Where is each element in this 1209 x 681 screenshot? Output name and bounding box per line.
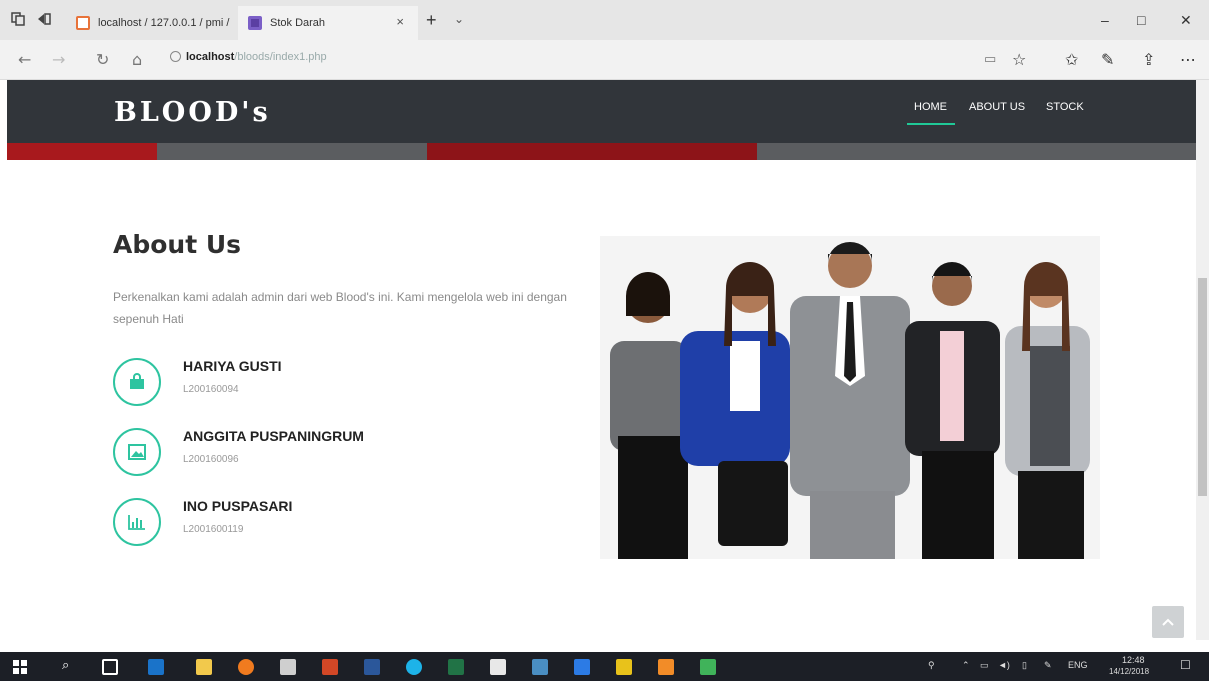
site-logo[interactable]: BLOOD's [114,97,271,128]
member-item: INO PUSPASARI L2001600119 [113,498,563,558]
powerpoint-icon[interactable] [322,659,338,675]
nav-home[interactable]: HOME [914,101,947,113]
tab-preview-chevron-icon[interactable]: ⌄ [454,12,464,26]
forward-arrow-icon[interactable]: → [52,50,65,69]
member-name: ANGGITA PUSPANINGRUM [183,428,364,444]
share-icon[interactable]: ⇪ [1142,50,1155,69]
notepad-plus-icon[interactable] [700,659,716,675]
member-name: HARIYA GUSTI [183,358,282,374]
scrollbar-thumb[interactable] [1198,278,1207,496]
firefox-icon[interactable] [238,659,254,675]
file-explorer-icon[interactable] [196,659,212,675]
browser-tab-bar: localhost / 127.0.0.1 / pmi / Stok Darah… [0,0,1209,40]
url-field[interactable]: localhost/bloods/index1.php [186,51,327,63]
excel-icon[interactable] [448,659,464,675]
member-name: INO PUSPASARI [183,498,293,514]
nav-stock[interactable]: STOCK [1046,101,1084,113]
language-indicator[interactable]: ENG [1068,660,1088,670]
close-window-button[interactable]: ✕ [1180,12,1192,29]
more-menu-icon[interactable]: ⋯ [1180,50,1196,69]
app-icon[interactable] [574,659,590,675]
volume-icon[interactable]: ◄) [998,660,1010,670]
hero-red-shape [427,143,757,160]
nav-about-us[interactable]: ABOUT US [969,101,1025,113]
url-path: /bloods/index1.php [234,51,327,63]
people-icon[interactable]: ⚲ [928,660,935,671]
network-icon[interactable]: ▭ [980,660,989,671]
site-info-icon[interactable] [170,51,181,62]
member-item: ANGGITA PUSPANINGRUM L200160096 [113,428,563,488]
browser-address-bar: ← → ↻ ⌂ localhost/bloods/index1.php ▭ ☆ … [0,40,1209,80]
chart-icon [113,498,161,546]
active-nav-indicator [907,123,955,125]
hero-red-shape [7,143,157,160]
member-id: L2001600119 [183,524,244,535]
back-to-top-button[interactable] [1152,606,1184,638]
reading-view-icon[interactable]: ▭ [984,52,996,67]
back-arrow-icon[interactable]: ← [18,50,31,69]
tab-label: localhost / 127.0.0.1 / pmi / [98,17,230,29]
home-icon[interactable]: ⌂ [132,50,142,69]
maximize-button[interactable]: □ [1137,12,1145,28]
close-tab-icon[interactable]: × [396,14,404,29]
store-icon[interactable] [280,659,296,675]
refresh-icon[interactable]: ↻ [96,50,109,69]
team-photo [600,236,1100,559]
tab-stok-darah[interactable]: Stok Darah × [238,6,418,40]
sticky-notes-icon[interactable] [616,659,632,675]
word-icon[interactable] [364,659,380,675]
phpmyadmin-favicon-icon [76,16,90,30]
search-icon[interactable]: ⌕ [62,658,78,674]
xampp-icon[interactable] [658,659,674,675]
bag-icon [113,358,161,406]
favorites-bar-icon[interactable]: ✩ [1065,50,1078,69]
clock-time[interactable]: 12:48 [1122,655,1145,665]
member-id: L200160096 [183,454,239,465]
tray-chevron-up-icon[interactable]: ⌃ [962,660,970,671]
paint-icon[interactable] [490,659,506,675]
notifications-icon[interactable]: ☐ [1180,658,1191,672]
chevron-up-icon [1162,618,1174,626]
chrome-icon[interactable] [406,659,422,675]
favorite-star-icon[interactable]: ☆ [1012,50,1026,69]
windows-taskbar: ⌕ ⚲ ⌃ ▭ ◄) ▯ ✎ ENG 12:48 14/12/2018 ☐ [0,652,1209,681]
app-icon[interactable] [532,659,548,675]
member-id: L200160094 [183,384,239,395]
edge-browser-icon[interactable] [148,659,164,675]
tab-phpmyadmin[interactable]: localhost / 127.0.0.1 / pmi / [66,6,236,40]
page-favicon-icon [248,16,262,30]
new-tab-button[interactable]: + [426,10,437,31]
tab-label: Stok Darah [270,17,326,29]
start-windows-icon[interactable] [12,659,28,675]
minimize-button[interactable]: – [1101,12,1109,28]
about-description: Perkenalkan kami adalah admin dari web B… [113,290,567,326]
about-title: About Us [113,230,242,259]
battery-icon[interactable]: ▯ [1022,660,1027,671]
tab-manager-icon[interactable] [10,11,26,27]
url-host: localhost [186,51,235,63]
notes-pen-icon[interactable]: ✎ [1101,50,1114,69]
image-icon [113,428,161,476]
pen-icon[interactable]: ✎ [1044,660,1052,671]
site-header: BLOOD's HOME ABOUT US STOCK [7,80,1196,160]
member-item: HARIYA GUSTI L200160094 [113,358,563,418]
page-scrollbar[interactable] [1196,80,1209,640]
tab-aside-icon[interactable] [36,11,52,27]
task-view-icon[interactable] [102,659,118,675]
clock-date[interactable]: 14/12/2018 [1109,667,1149,676]
